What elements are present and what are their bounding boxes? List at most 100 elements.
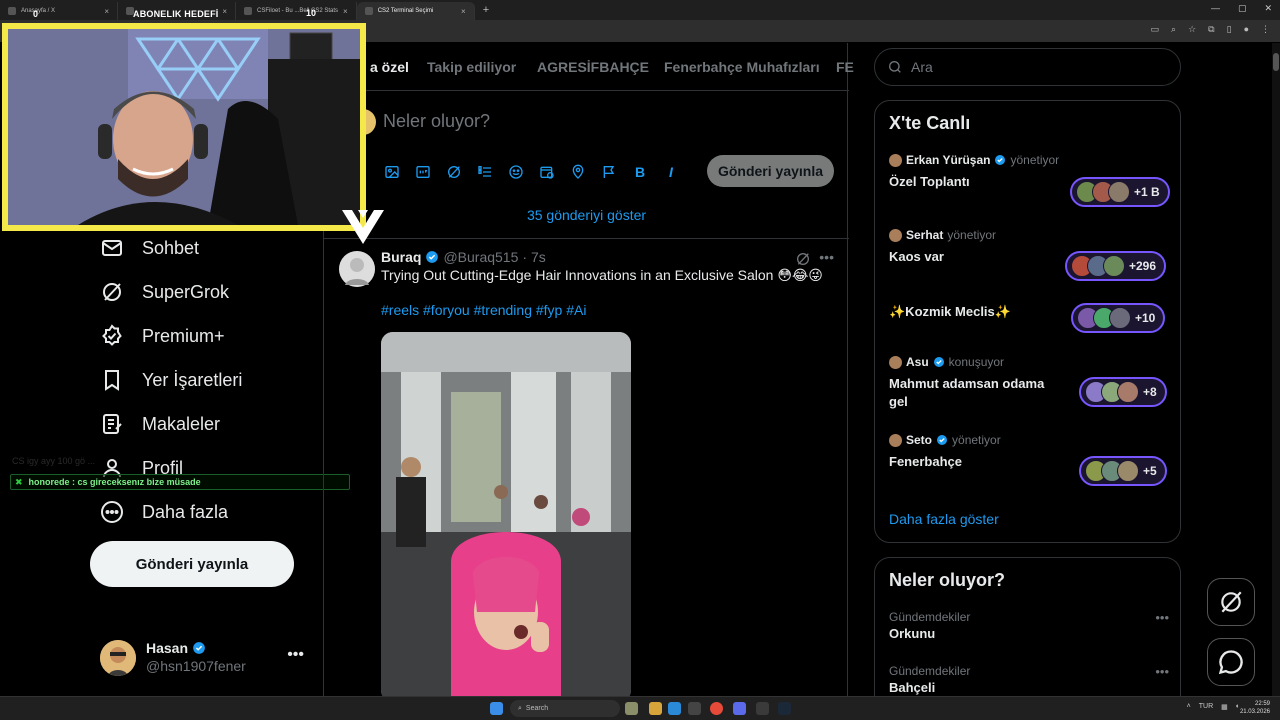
more-icon[interactable]: •••: [1155, 610, 1169, 625]
new-tab-button[interactable]: +: [475, 4, 497, 16]
image-icon[interactable]: [383, 163, 401, 181]
gif-icon[interactable]: [414, 163, 432, 181]
close-icon[interactable]: ×: [343, 7, 348, 16]
nav-item-premium[interactable]: Premium+: [100, 321, 225, 351]
more-icon[interactable]: •••: [1155, 664, 1169, 679]
system-tray: ˄ TUR ▦ ◐: [1187, 703, 1240, 711]
taskbar-app-icon[interactable]: [756, 702, 769, 715]
taskbar-clock[interactable]: 22:59 21.03.2026: [1240, 700, 1270, 716]
lang-indicator[interactable]: TUR: [1199, 703, 1213, 711]
verified-icon: [937, 435, 948, 445]
more-icon[interactable]: •••: [819, 249, 834, 265]
account-switcher[interactable]: Hasan @hsn1907fener •••: [100, 638, 310, 678]
browser-tab[interactable]: Anasayfa / X ×: [0, 2, 118, 20]
taskbar-search[interactable]: ⌕ Search: [510, 700, 620, 717]
chat-faint-line: CS igy ayy 100 gö ...: [12, 456, 96, 466]
x-favicon-icon: [8, 7, 16, 15]
messages-fab[interactable]: [1207, 638, 1255, 686]
location-icon[interactable]: [569, 163, 587, 181]
schedule-icon[interactable]: [538, 163, 556, 181]
tweet-video[interactable]: [381, 332, 631, 702]
sidebar-icon[interactable]: ▯: [1227, 24, 1232, 35]
extensions-icon[interactable]: ⧉: [1208, 24, 1214, 35]
chrome-icon[interactable]: [710, 702, 723, 715]
listeners-pill[interactable]: +8: [1079, 377, 1167, 407]
scrollbar-thumb[interactable]: [1273, 53, 1279, 71]
tweet-author[interactable]: Buraq: [381, 249, 421, 265]
discord-icon[interactable]: [733, 702, 746, 715]
grok-icon: [103, 283, 121, 301]
grok-fab[interactable]: [1207, 578, 1255, 626]
star-icon[interactable]: ☆: [1188, 24, 1196, 35]
nav-item-bookmarks[interactable]: Yer İşaretleri: [100, 365, 242, 395]
tweet-avatar[interactable]: [339, 251, 375, 287]
close-icon[interactable]: ×: [104, 7, 109, 16]
streamer-logo-icon: [342, 210, 384, 244]
cast-icon[interactable]: ▭: [1151, 24, 1160, 35]
tab-fenerbahce-muhafizlari[interactable]: Fenerbahçe Muhafızları: [664, 59, 820, 75]
maximize-icon[interactable]: ▢: [1238, 3, 1247, 14]
flag-icon[interactable]: [600, 163, 618, 181]
compose-post-button[interactable]: Gönderi yayınla: [707, 155, 834, 187]
tab-agresifbahce[interactable]: AGRESİFBAHÇE: [537, 59, 649, 75]
composer-input[interactable]: Neler oluyor?: [383, 111, 490, 132]
menu-icon[interactable]: ⋮: [1261, 24, 1270, 35]
tweet-time[interactable]: · 7s: [522, 249, 545, 265]
listeners-pill[interactable]: +5: [1079, 456, 1167, 486]
nav-item-supergrok[interactable]: SuperGrok: [100, 277, 229, 307]
tweet-handle[interactable]: @Buraq515: [443, 249, 518, 265]
nav-item-more[interactable]: Daha fazla: [100, 497, 228, 527]
trend-item[interactable]: Gündemdekiler Orkunu •••: [889, 610, 1169, 641]
nav-item-chat[interactable]: Sohbet: [100, 233, 199, 263]
scrollbar[interactable]: [1272, 43, 1280, 696]
grok-icon[interactable]: [445, 163, 463, 181]
trend-item[interactable]: Gündemdekiler Bahçeli •••: [889, 664, 1169, 695]
steam-icon[interactable]: [778, 702, 791, 715]
listeners-pill[interactable]: +296: [1065, 251, 1167, 281]
tweet-hashtags[interactable]: #reels #foryou #trending #fyp #Ai: [381, 302, 586, 318]
tab-following[interactable]: Takip ediliyor: [427, 59, 516, 75]
search-input[interactable]: Ara: [874, 48, 1181, 86]
chevron-up-icon[interactable]: ˄: [1187, 703, 1191, 711]
more-icon[interactable]: •••: [287, 646, 304, 664]
listeners-pill[interactable]: +10: [1071, 303, 1166, 333]
close-icon[interactable]: ×: [461, 7, 466, 16]
windows-taskbar: ⌕ Search ˄ TUR ▦ ◐ 22:59 21.03.2026: [0, 696, 1280, 720]
show-more-link[interactable]: Daha fazla göster: [889, 511, 999, 527]
subscriber-goal-label: ABONELIK HEDEFİ: [133, 9, 219, 19]
browser-tab[interactable]: CSFiloet - Bu ...Bell CS2 Stats ×: [236, 2, 357, 20]
show-new-posts[interactable]: 35 gönderiyi göster: [324, 191, 849, 239]
main-column: a özel Takip ediliyor AGRESİFBAHÇE Fener…: [323, 43, 854, 702]
zoom-icon[interactable]: ⌕: [1171, 24, 1176, 35]
grok-icon[interactable]: [795, 251, 811, 267]
taskbar-app-icon[interactable]: [625, 702, 638, 715]
host-avatar: [889, 153, 902, 167]
bold-icon[interactable]: B: [631, 163, 649, 181]
close-icon[interactable]: ×: [222, 7, 227, 16]
nav-item-articles[interactable]: Makaleler: [100, 409, 220, 439]
emoji-icon[interactable]: [507, 163, 525, 181]
composer-toolbar: B I: [383, 163, 680, 181]
live-spaces-panel: X'te Canlı Erkan Yürüşan yönetiyor Özel T…: [874, 100, 1181, 543]
more-circle-icon: [101, 501, 123, 523]
chat-bubble-icon: [1218, 650, 1243, 675]
tab-fe[interactable]: FE: [836, 59, 854, 75]
close-window-icon[interactable]: ✕: [1264, 3, 1272, 14]
taskbar-app-icon[interactable]: [688, 702, 701, 715]
poll-icon[interactable]: [476, 163, 494, 181]
live-title: X'te Canlı: [889, 113, 971, 133]
post-button[interactable]: Gönderi yayınla: [90, 541, 294, 587]
tab-for-you[interactable]: a özel: [370, 59, 409, 75]
edge-icon[interactable]: [668, 702, 681, 715]
profile-icon[interactable]: ●: [1244, 24, 1249, 35]
network-icon[interactable]: ▦: [1221, 703, 1228, 711]
tweet[interactable]: Buraq @Buraq515 · 7s ••• Trying Out Cutt…: [324, 239, 849, 702]
verified-icon: [426, 251, 439, 263]
search-icon: ⌕: [518, 704, 522, 712]
listeners-pill[interactable]: +1 B: [1070, 177, 1170, 207]
browser-tab-active[interactable]: CS2 Terminal Seçimi ×: [356, 2, 475, 20]
italic-icon[interactable]: I: [662, 163, 680, 181]
minimize-icon[interactable]: —: [1211, 3, 1220, 14]
windows-start-icon[interactable]: [490, 702, 503, 715]
file-explorer-icon[interactable]: [649, 702, 662, 715]
